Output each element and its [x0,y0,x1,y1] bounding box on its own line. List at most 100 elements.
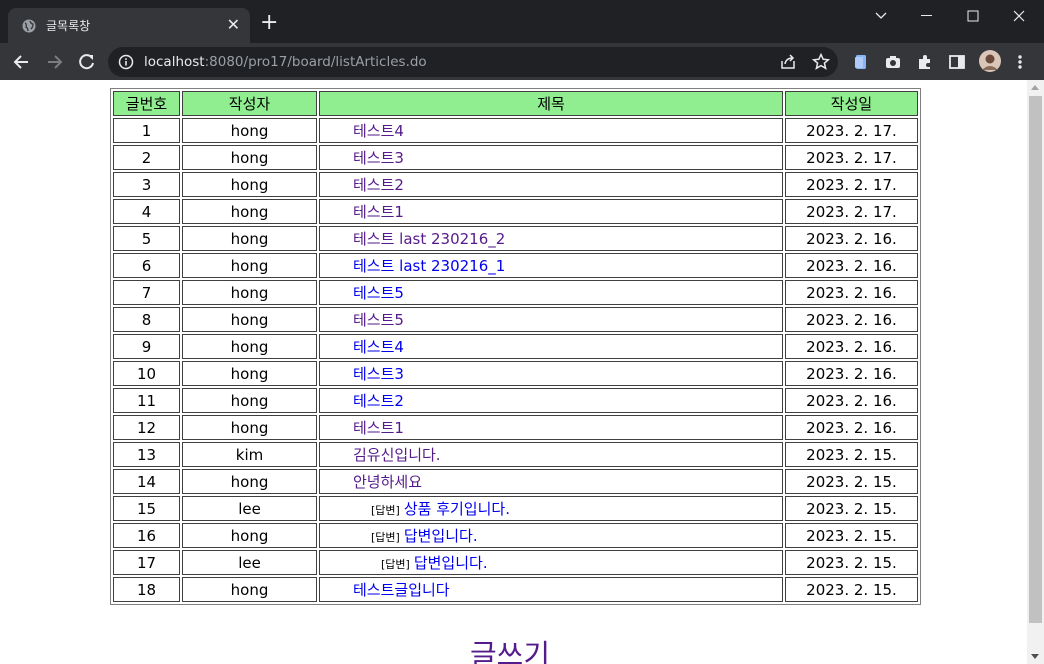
forward-icon[interactable] [44,52,64,72]
article-title-link[interactable]: 테스트5 [353,284,404,302]
camera-icon[interactable] [883,52,903,72]
article-writer: hong [182,253,317,278]
article-title-link[interactable]: 답변입니다. [404,527,478,545]
table-row: 6 hong 테스트 last 230216_1 2023. 2. 16. [113,253,918,278]
table-row: 7 hong 테스트5 2023. 2. 16. [113,280,918,305]
article-title-link[interactable]: 답변입니다. [414,554,488,572]
reply-tag: [답변] [381,558,410,571]
article-no: 10 [113,361,180,386]
extension-icon[interactable] [851,52,871,72]
info-icon[interactable] [118,54,134,70]
article-date: 2023. 2. 17. [785,145,918,170]
article-date: 2023. 2. 16. [785,415,918,440]
table-row: 13 kim 김유신입니다. 2023. 2. 15. [113,442,918,467]
article-title-cell: 테스트3 [319,361,783,386]
scrollbar-thumb[interactable] [1029,96,1042,623]
close-icon[interactable]: ✕ [227,15,240,34]
browser-tab[interactable]: 글목록창 ✕ [8,8,250,43]
article-title-link[interactable]: 테스트5 [353,311,404,329]
back-icon[interactable] [12,52,32,72]
article-writer: hong [182,469,317,494]
article-no: 14 [113,469,180,494]
article-title-link[interactable]: 테스트3 [353,365,404,383]
puzzle-icon[interactable] [915,52,935,72]
article-no: 1 [113,118,180,143]
article-writer: hong [182,415,317,440]
reply-tag: [답변] [371,504,400,517]
article-date: 2023. 2. 15. [785,442,918,467]
article-date: 2023. 2. 16. [785,280,918,305]
article-date: 2023. 2. 16. [785,307,918,332]
article-title-cell: 테스트5 [319,280,783,305]
article-writer: hong [182,145,317,170]
article-no: 8 [113,307,180,332]
article-writer: kim [182,442,317,467]
article-title-cell: [답변] 상품 후기입니다. [319,496,783,521]
article-title-link[interactable]: 테스트글입니다 [353,581,450,599]
article-no: 2 [113,145,180,170]
table-row: 15 lee [답변] 상품 후기입니다. 2023. 2. 15. [113,496,918,521]
table-row: 18 hong 테스트글입니다 2023. 2. 15. [113,577,918,602]
table-row: 10 hong 테스트3 2023. 2. 16. [113,361,918,386]
article-title-cell: 테스트 last 230216_2 [319,226,783,251]
article-title-cell: 테스트글입니다 [319,577,783,602]
article-title-link[interactable]: 테스트4 [353,122,404,140]
header-writer: 작성자 [182,91,317,116]
window-close-icon[interactable] [996,0,1042,32]
chevron-down-icon[interactable] [858,0,904,32]
scroll-up-icon[interactable] [1031,85,1039,90]
reload-icon[interactable] [77,52,97,72]
article-date: 2023. 2. 16. [785,253,918,278]
article-date: 2023. 2. 15. [785,577,918,602]
maximize-icon[interactable] [950,0,996,32]
star-icon[interactable] [811,52,831,72]
table-row: 17 lee [답변] 답변입니다. 2023. 2. 15. [113,550,918,575]
tab-title: 글목록창 [46,19,91,33]
share-icon[interactable] [778,52,798,72]
article-date: 2023. 2. 16. [785,388,918,413]
article-title-link[interactable]: 테스트1 [353,203,404,221]
article-title-link[interactable]: 테스트 last 230216_2 [353,230,505,248]
article-date: 2023. 2. 15. [785,523,918,548]
minimize-icon[interactable] [904,0,950,32]
scroll-down-icon[interactable] [1031,654,1039,659]
article-title-link[interactable]: 테스트4 [353,338,404,356]
article-title-link[interactable]: 테스트2 [353,176,404,194]
article-no: 9 [113,334,180,359]
scrollbar[interactable] [1027,80,1044,664]
article-title-cell: [답변] 답변입니다. [319,523,783,548]
menu-icon[interactable] [1012,52,1028,72]
article-title-link[interactable]: 테스트 last 230216_1 [353,257,505,275]
new-tab-icon[interactable]: + [260,12,278,34]
article-title-link[interactable]: 테스트3 [353,149,404,167]
table-row: 3 hong 테스트2 2023. 2. 17. [113,172,918,197]
article-title-link[interactable]: 안녕하세요 [353,473,422,491]
article-title-link[interactable]: 테스트2 [353,392,404,410]
article-title-link[interactable]: 상품 후기입니다. [404,500,510,518]
sidepanel-icon[interactable] [947,52,967,72]
article-writer: hong [182,523,317,548]
table-row: 4 hong 테스트1 2023. 2. 17. [113,199,918,224]
article-title-cell: 안녕하세요 [319,469,783,494]
article-title-link[interactable]: 테스트1 [353,419,404,437]
article-date: 2023. 2. 17. [785,199,918,224]
article-title-link[interactable]: 김유신입니다. [353,446,441,464]
article-title-cell: 테스트5 [319,307,783,332]
article-writer: hong [182,199,317,224]
address-bar[interactable]: localhost:8080/pro17/board/listArticles.… [108,47,838,77]
article-title-cell: 김유신입니다. [319,442,783,467]
article-no: 18 [113,577,180,602]
article-title-cell: 테스트3 [319,145,783,170]
article-no: 4 [113,199,180,224]
article-writer: hong [182,226,317,251]
page-viewport: 글번호 작성자 제목 작성일 1 hong 테스트4 2023. 2. 17. 2 hon… [0,80,1027,664]
article-no: 13 [113,442,180,467]
table-row: 9 hong 테스트4 2023. 2. 16. [113,334,918,359]
article-no: 15 [113,496,180,521]
article-title-cell: 테스트4 [319,334,783,359]
article-title-cell: 테스트 last 230216_1 [319,253,783,278]
article-no: 5 [113,226,180,251]
write-article-link[interactable]: 글쓰기 [470,632,550,664]
article-title-cell: 테스트4 [319,118,783,143]
avatar[interactable] [979,50,1001,72]
